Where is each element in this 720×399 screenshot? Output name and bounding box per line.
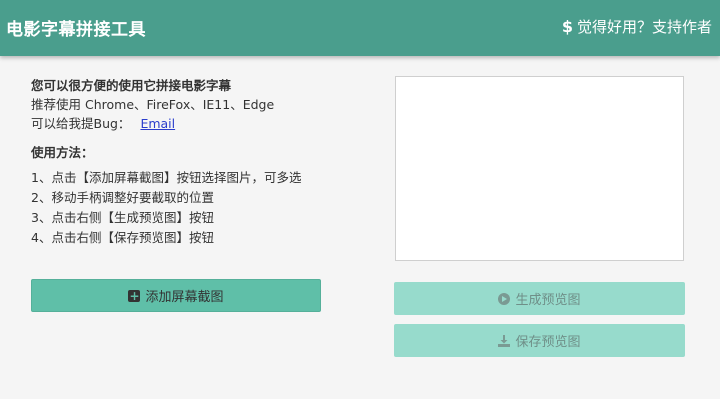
save-preview-button[interactable]: 保存预览图 bbox=[394, 324, 685, 357]
email-link[interactable]: Email bbox=[140, 116, 175, 131]
usage-title: 使用方法： bbox=[31, 145, 94, 160]
preview-area bbox=[395, 76, 684, 261]
bug-report-text: 可以给我提Bug： bbox=[31, 116, 131, 131]
dollar-icon: $ bbox=[561, 17, 573, 36]
browser-recommendation: 推荐使用 Chrome、FireFox、IE11、Edge bbox=[31, 97, 275, 112]
app-header: 电影字幕拼接工具 $ 觉得好用？支持作者 bbox=[0, 0, 720, 56]
generate-preview-button[interactable]: 生成预览图 bbox=[394, 282, 685, 315]
bug-report-line: 可以给我提Bug： Email bbox=[31, 114, 351, 133]
usage-step-2: 2、移动手柄调整好要截取的位置 bbox=[31, 190, 214, 205]
generate-preview-label: 生成预览图 bbox=[515, 293, 581, 308]
add-screenshot-label: 添加屏幕截图 bbox=[145, 290, 224, 305]
support-author-label: 觉得好用？支持作者 bbox=[576, 18, 712, 36]
intro-headline: 您可以很方便的使用它拼接电影字幕 bbox=[31, 78, 232, 93]
app-title: 电影字幕拼接工具 bbox=[6, 20, 146, 40]
add-screenshot-button[interactable]: + 添加屏幕截图 bbox=[31, 279, 321, 312]
usage-step-4: 4、点击右侧【保存预览图】按钮 bbox=[31, 230, 214, 245]
instructions-panel: 您可以很方便的使用它拼接电影字幕 推荐使用 Chrome、FireFox、IE1… bbox=[31, 76, 351, 248]
usage-step-3: 3、点击右侧【生成预览图】按钮 bbox=[31, 210, 214, 225]
play-circle-icon bbox=[498, 292, 511, 305]
usage-step-1: 1、点击【添加屏幕截图】按钮选择图片，可多选 bbox=[31, 170, 302, 185]
plus-square-icon: + bbox=[128, 288, 141, 303]
save-preview-label: 保存预览图 bbox=[515, 335, 581, 350]
download-icon bbox=[498, 334, 511, 347]
support-author-link[interactable]: $ 觉得好用？支持作者 bbox=[562, 16, 712, 37]
